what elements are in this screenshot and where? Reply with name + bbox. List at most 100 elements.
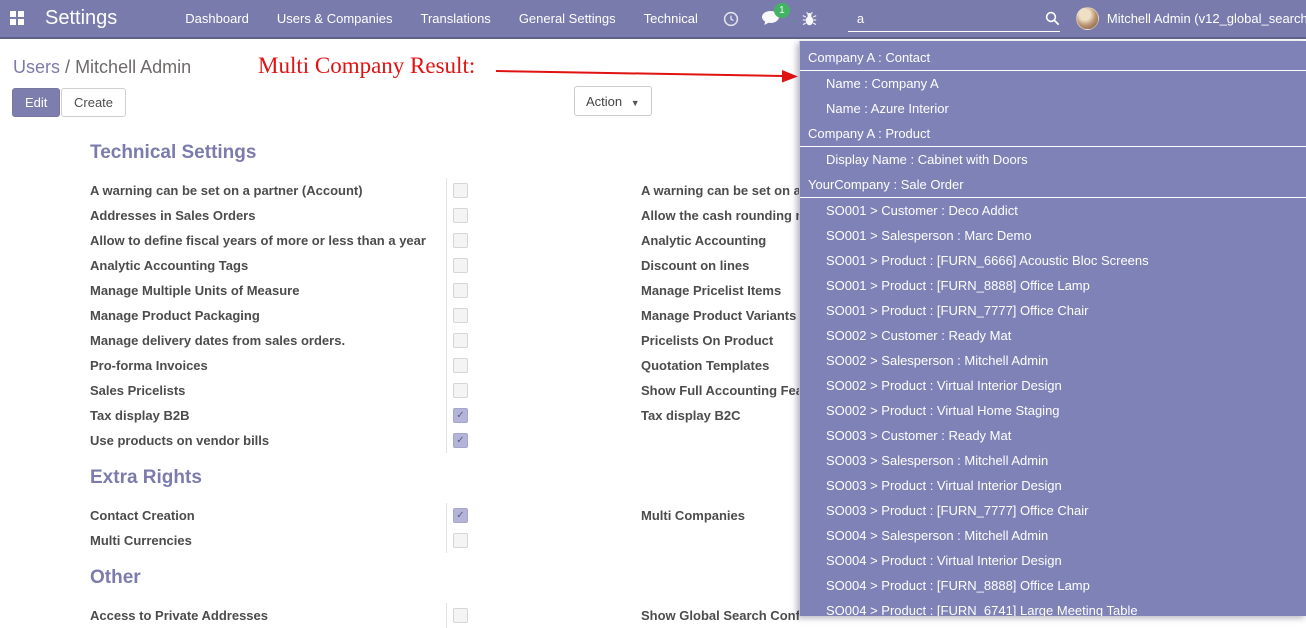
breadcrumb: Users / Mitchell Admin bbox=[13, 57, 191, 78]
checkbox-cell: ✓ bbox=[446, 503, 641, 528]
checkbox-tax-display-b2b[interactable]: ✓ bbox=[453, 408, 468, 423]
settings-row: Allow to define fiscal years of more or … bbox=[90, 228, 806, 253]
activities-clock-icon[interactable] bbox=[723, 11, 739, 27]
search-result-item[interactable]: SO003 > Product : [FURN_7777] Office Cha… bbox=[800, 498, 1306, 523]
checkbox-analytic-accounting-tags[interactable] bbox=[453, 258, 468, 273]
checkbox-a-warning-can-be-set-on-a-partner-account[interactable] bbox=[453, 183, 468, 198]
checkbox-manage-multiple-units-of-measure[interactable] bbox=[453, 283, 468, 298]
section-technical-settings: Technical Settings A warning can be set o… bbox=[90, 141, 806, 453]
checkbox-addresses-in-sales-orders[interactable] bbox=[453, 208, 468, 223]
action-button[interactable]: Action ▼ bbox=[574, 86, 652, 116]
setting-label: Tax display B2B bbox=[90, 408, 446, 423]
search-result-item[interactable]: SO003 > Salesperson : Mitchell Admin bbox=[800, 448, 1306, 473]
search-result-item[interactable]: SO004 > Product : [FURN_6741] Large Meet… bbox=[800, 598, 1306, 616]
settings-row: Sales PricelistsShow Full Accounting Fea bbox=[90, 378, 806, 403]
checkbox-manage-delivery-dates-from-sales-orders[interactable] bbox=[453, 333, 468, 348]
checkbox-cell: ✓ bbox=[446, 428, 641, 453]
section-extra-rights: Extra RightsContact Creation✓Multi Compa… bbox=[90, 466, 806, 553]
search-icon[interactable] bbox=[1045, 11, 1060, 26]
checkbox-cell bbox=[446, 278, 641, 303]
user-name: Mitchell Admin (v12_global_search) bbox=[1107, 11, 1306, 26]
menu-users-companies[interactable]: Users & Companies bbox=[263, 0, 407, 37]
breadcrumb-users-link[interactable]: Users bbox=[13, 57, 60, 77]
setting-label: Analytic Accounting bbox=[641, 233, 766, 248]
search-result-item[interactable]: SO001 > Salesperson : Marc Demo bbox=[800, 223, 1306, 248]
search-result-item[interactable]: SO004 > Salesperson : Mitchell Admin bbox=[800, 523, 1306, 548]
search-result-item[interactable]: SO001 > Product : [FURN_7777] Office Cha… bbox=[800, 298, 1306, 323]
annotation-text: Multi Company Result: bbox=[258, 53, 475, 79]
settings-row: Tax display B2B ✓ Tax display B2C bbox=[90, 403, 806, 428]
section-title-other: Other bbox=[90, 566, 806, 590]
search-result-item[interactable]: SO002 > Product : Virtual Interior Desig… bbox=[800, 373, 1306, 398]
search-result-item[interactable]: SO002 > Product : Virtual Home Staging bbox=[800, 398, 1306, 423]
checkbox-use-products-on-vendor-bills[interactable]: ✓ bbox=[453, 433, 468, 448]
search-result-item[interactable]: Name : Company A bbox=[800, 71, 1306, 96]
setting-label: Manage Product Packaging bbox=[90, 308, 446, 323]
user-menu[interactable]: Mitchell Admin (v12_global_search) ▾ bbox=[1076, 7, 1306, 30]
checkbox-multi-currencies[interactable] bbox=[453, 533, 468, 548]
create-button[interactable]: Create bbox=[61, 88, 126, 117]
debug-bug-icon[interactable] bbox=[802, 11, 817, 27]
apps-grid-icon[interactable] bbox=[10, 11, 25, 26]
checkbox-cell bbox=[446, 228, 641, 253]
settings-row: Analytic Accounting TagsDiscount on line… bbox=[90, 253, 806, 278]
search-result-item[interactable]: SO001 > Product : [FURN_6666] Acoustic B… bbox=[800, 248, 1306, 273]
search-input-value: a bbox=[848, 11, 1045, 26]
setting-label: Manage Pricelist Items bbox=[641, 283, 781, 298]
setting-label: Quotation Templates bbox=[641, 358, 769, 373]
app-title[interactable]: Settings bbox=[45, 7, 117, 30]
search-result-item[interactable]: SO002 > Customer : Ready Mat bbox=[800, 323, 1306, 348]
search-result-item[interactable]: SO001 > Customer : Deco Addict bbox=[800, 198, 1306, 223]
search-result-item[interactable]: Name : Azure Interior bbox=[800, 96, 1306, 121]
caret-down-icon: ▼ bbox=[631, 98, 640, 108]
search-result-item[interactable]: Display Name : Cabinet with Doors bbox=[800, 147, 1306, 172]
setting-label: Allow to define fiscal years of more or … bbox=[90, 233, 446, 248]
search-result-group-header: Company A : Contact bbox=[800, 45, 1306, 71]
navbar-right: 1 a bbox=[712, 5, 1306, 32]
settings-row: Multi Currencies bbox=[90, 528, 806, 553]
setting-label: Tax display B2C bbox=[641, 408, 740, 423]
search-result-item[interactable]: SO003 > Product : Virtual Interior Desig… bbox=[800, 473, 1306, 498]
checkbox-allow-to-define-fiscal-years-of-more-or-less-than-a-year[interactable] bbox=[453, 233, 468, 248]
settings-form: Technical Settings A warning can be set o… bbox=[90, 141, 806, 628]
search-result-item[interactable]: SO003 > Customer : Ready Mat bbox=[800, 423, 1306, 448]
messages-chat-icon[interactable]: 1 bbox=[761, 10, 780, 27]
search-result-item[interactable]: SO004 > Product : Virtual Interior Desig… bbox=[800, 548, 1306, 573]
navbar-menus: DashboardUsers & CompaniesTranslationsGe… bbox=[171, 0, 712, 37]
setting-label: Pricelists On Product bbox=[641, 333, 773, 348]
checkbox-cell bbox=[446, 353, 641, 378]
setting-label: Manage delivery dates from sales orders. bbox=[90, 333, 446, 348]
global-search-results-dropdown: Company A : ContactName : Company AName … bbox=[799, 41, 1306, 616]
checkbox-manage-product-packaging[interactable] bbox=[453, 308, 468, 323]
search-result-item[interactable]: SO004 > Product : [FURN_8888] Office Lam… bbox=[800, 573, 1306, 598]
checkbox-cell: ✓ bbox=[446, 403, 641, 428]
menu-technical[interactable]: Technical bbox=[630, 0, 712, 37]
checkbox-cell bbox=[446, 528, 641, 553]
settings-row: Pro-forma InvoicesQuotation Templates bbox=[90, 353, 806, 378]
breadcrumb-current: Mitchell Admin bbox=[75, 57, 191, 77]
menu-general-settings[interactable]: General Settings bbox=[505, 0, 630, 37]
settings-row: Manage Product PackagingManage Product V… bbox=[90, 303, 806, 328]
checkbox-pro-forma-invoices[interactable] bbox=[453, 358, 468, 373]
user-avatar bbox=[1076, 7, 1099, 30]
setting-label: Addresses in Sales Orders bbox=[90, 208, 446, 223]
search-result-item[interactable]: SO002 > Salesperson : Mitchell Admin bbox=[800, 348, 1306, 373]
checkbox-contact-creation[interactable]: ✓ bbox=[453, 508, 468, 523]
menu-dashboard[interactable]: Dashboard bbox=[171, 0, 263, 37]
checkbox-sales-pricelists[interactable] bbox=[453, 383, 468, 398]
setting-label: Sales Pricelists bbox=[90, 383, 446, 398]
checkbox-cell bbox=[446, 178, 641, 203]
edit-button[interactable]: Edit bbox=[12, 88, 60, 117]
search-result-item[interactable]: SO001 > Product : [FURN_8888] Office Lam… bbox=[800, 273, 1306, 298]
setting-label: A warning can be set on a bbox=[641, 183, 801, 198]
checkbox-cell bbox=[446, 203, 641, 228]
global-search-input[interactable]: a bbox=[848, 5, 1060, 32]
checkbox-cell bbox=[446, 303, 641, 328]
menu-translations[interactable]: Translations bbox=[406, 0, 504, 37]
message-count-badge: 1 bbox=[774, 3, 790, 18]
setting-label: Manage Multiple Units of Measure bbox=[90, 283, 446, 298]
settings-row: Contact Creation✓Multi Companies bbox=[90, 503, 806, 528]
section-title-technical-settings: Technical Settings bbox=[90, 141, 806, 165]
settings-row: Use products on vendor bills✓ bbox=[90, 428, 806, 453]
search-result-group-header: YourCompany : Sale Order bbox=[800, 172, 1306, 198]
